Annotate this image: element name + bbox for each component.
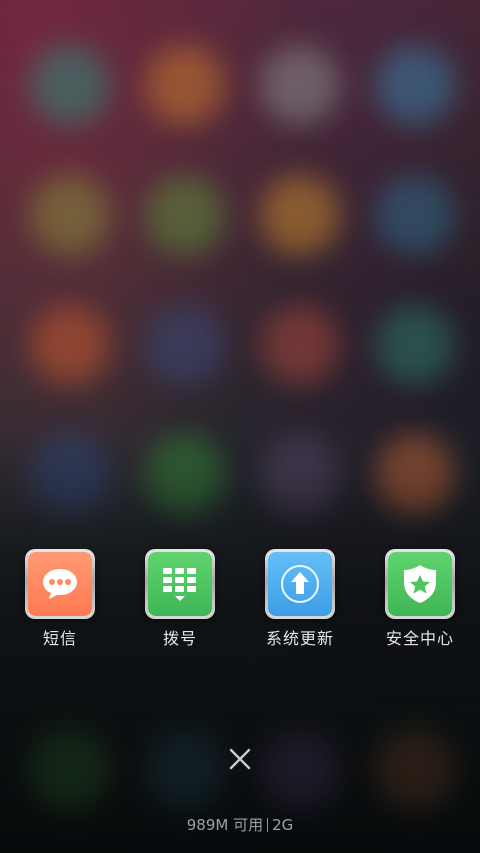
shield-star-icon xyxy=(388,552,452,616)
app-label: 系统更新 xyxy=(265,629,334,648)
close-all-button[interactable] xyxy=(228,747,252,771)
shield-star-glyph xyxy=(404,565,436,603)
blur-blob xyxy=(145,305,225,385)
message-bubble-icon xyxy=(28,552,92,616)
blur-blob xyxy=(30,45,110,125)
app-label: 拨号 xyxy=(162,629,197,648)
blur-blob xyxy=(30,305,110,385)
blur-blob xyxy=(375,45,455,125)
recent-app-system-update[interactable]: 系统更新 xyxy=(240,549,360,649)
update-arrow-glyph xyxy=(281,565,319,603)
blur-blob xyxy=(375,305,455,385)
blur-blob xyxy=(260,45,340,125)
memory-status: 989M 可用 2G xyxy=(0,815,480,835)
message-bubble-glyph xyxy=(43,569,77,599)
memory-total: 2G xyxy=(272,816,294,834)
blur-blob xyxy=(260,175,340,255)
app-label: 短信 xyxy=(42,629,77,648)
blur-blob xyxy=(30,175,110,255)
recent-apps-row: 短信 拨号 系统更新 安全中心 xyxy=(0,549,480,659)
app-icon-frame[interactable] xyxy=(385,549,455,619)
recent-app-security-center[interactable]: 安全中心 xyxy=(360,549,480,649)
dialpad-icon xyxy=(148,552,212,616)
recent-app-sms[interactable]: 短信 xyxy=(0,549,120,649)
blur-blob xyxy=(145,175,225,255)
memory-available: 989M 可用 xyxy=(186,816,264,834)
app-label: 安全中心 xyxy=(385,629,454,648)
close-icon xyxy=(229,748,251,770)
update-arrow-icon xyxy=(268,552,332,616)
blur-blob xyxy=(260,305,340,385)
blur-blob xyxy=(145,45,225,125)
blur-blob xyxy=(375,175,455,255)
dialpad-glyph xyxy=(163,568,196,601)
app-icon-frame[interactable] xyxy=(25,549,95,619)
app-icon-frame[interactable] xyxy=(145,549,215,619)
recent-app-dialer[interactable]: 拨号 xyxy=(120,549,240,649)
app-icon-frame[interactable] xyxy=(265,549,335,619)
memory-divider xyxy=(267,818,269,832)
